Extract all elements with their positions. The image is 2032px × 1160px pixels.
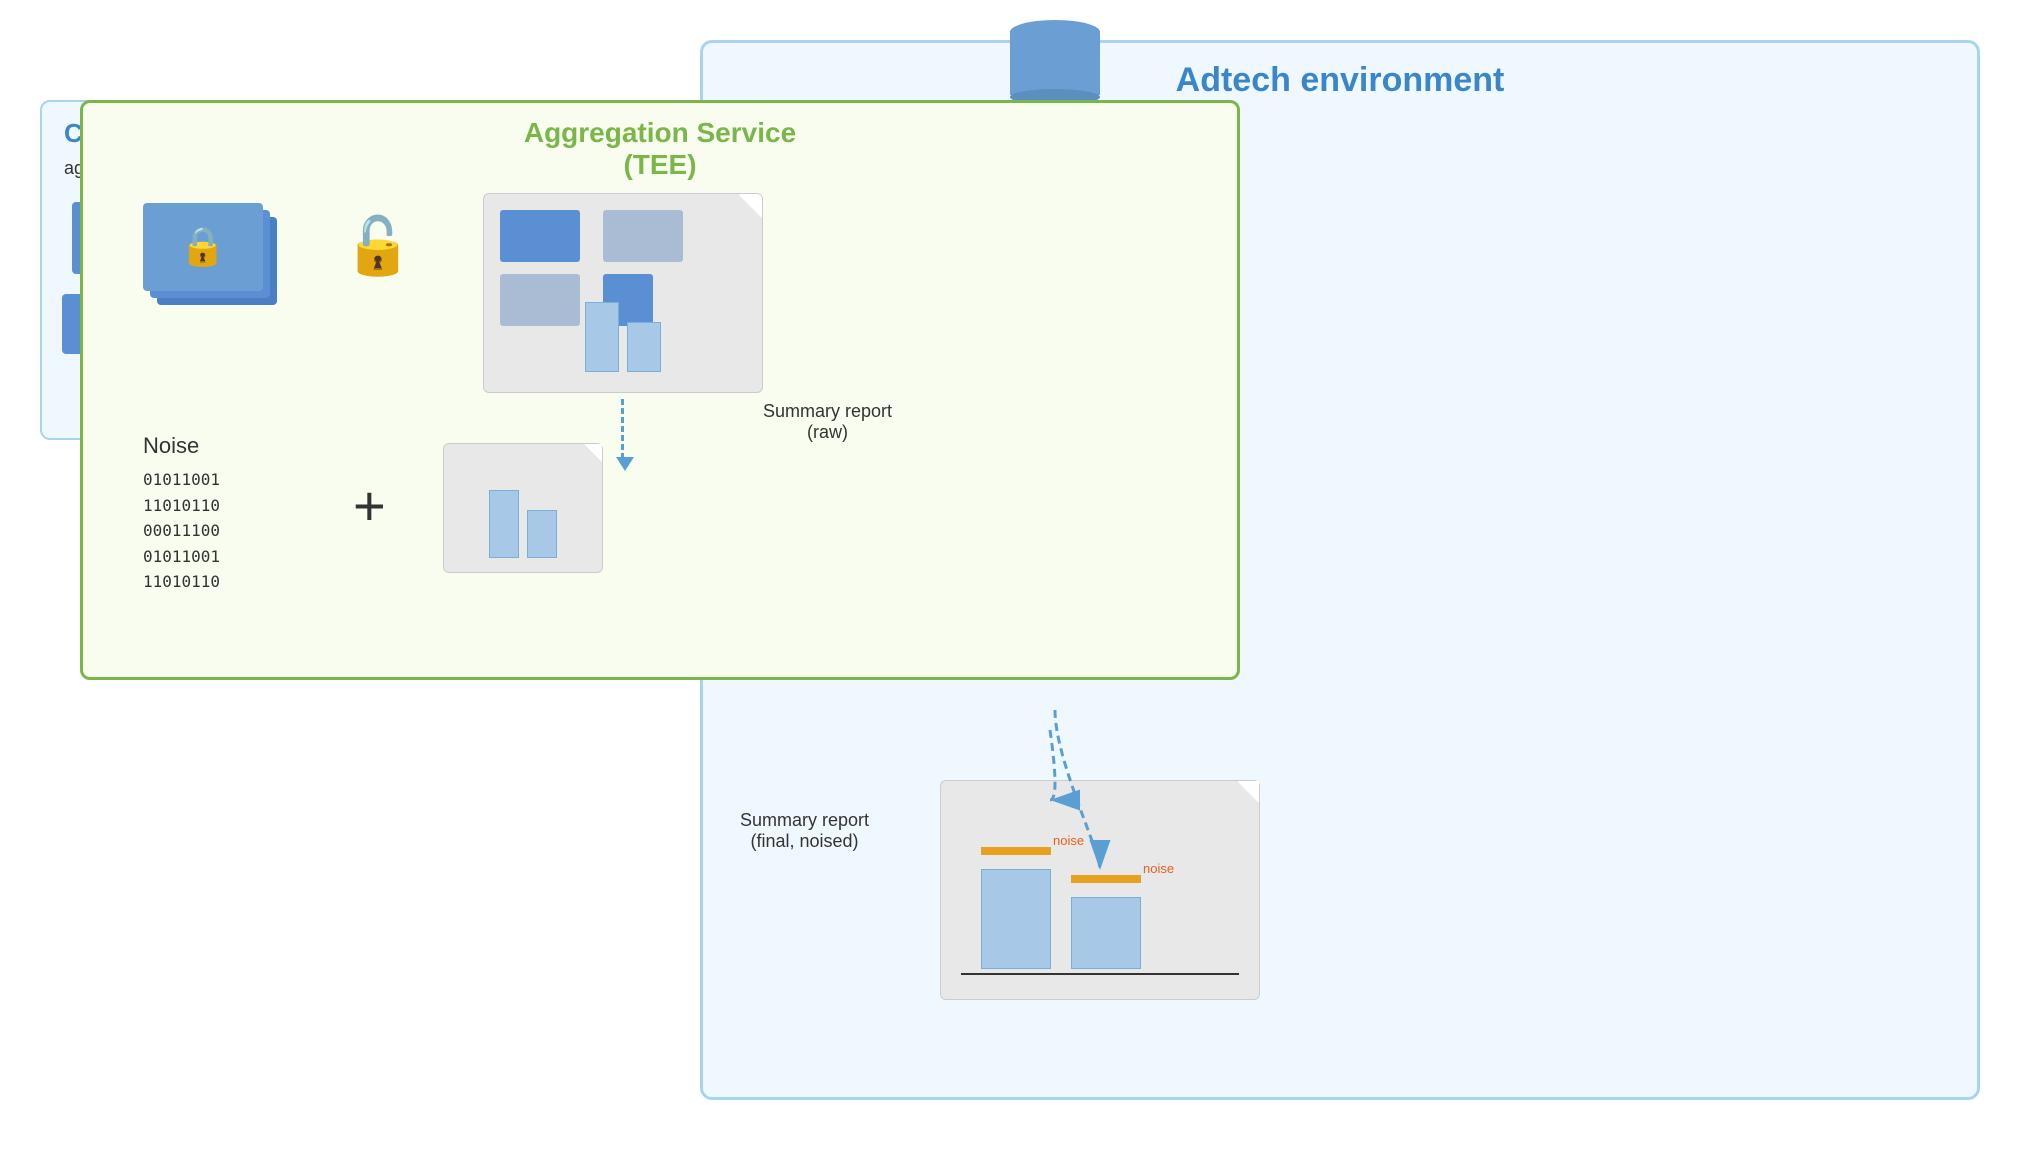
grid-block-2 — [603, 210, 683, 262]
final-bar-2 — [1071, 897, 1141, 969]
summary-final-label2: (final, noised) — [740, 831, 869, 852]
summary-raw-label: Summary report (raw) — [763, 401, 892, 443]
noise-label: Noise — [143, 433, 220, 459]
aggregation-label-line2: (TEE) — [524, 149, 796, 181]
final-bar-2-container: noise — [1071, 897, 1141, 969]
final-card-corner — [1237, 781, 1259, 803]
aggregation-tee-box: Aggregation Service (TEE) 🔒 🔓 — [80, 100, 1240, 680]
unlocked-lock-icon: 🔓 — [343, 213, 413, 279]
raw-bar-chart — [585, 302, 661, 372]
adtech-label: Adtech environment — [1176, 61, 1505, 100]
noise-label-1: noise — [1053, 833, 1084, 848]
final-bar-1 — [981, 869, 1051, 969]
noise-bar-top-1 — [981, 847, 1051, 855]
chart-card-corner — [584, 444, 602, 462]
arrow-raw-down — [621, 399, 624, 459]
card-corner-fold — [738, 194, 762, 218]
arrow-raw-down-head — [616, 457, 634, 471]
summary-final-card: noise noise — [940, 780, 1260, 1000]
db-body — [1010, 40, 1100, 95]
noise-section: Noise 0101100111010110000111000101100111… — [143, 433, 220, 595]
noise-bar-2 — [527, 510, 557, 558]
noise-binary: 0101100111010110000111000101100111010110 — [143, 467, 220, 595]
noise-bar-chart — [489, 490, 557, 558]
tee-stack-front: 🔒 — [143, 203, 263, 291]
summary-raw-label1: Summary report — [763, 401, 892, 422]
raw-bar-1 — [585, 302, 619, 372]
grid-block-1 — [500, 210, 580, 262]
grid-block-3 — [500, 274, 580, 326]
noise-bar-top-2 — [1071, 875, 1141, 883]
noise-bar-1 — [489, 490, 519, 558]
tee-lock-icon: 🔒 — [179, 225, 226, 269]
summary-final-label: Summary report (final, noised) — [740, 810, 869, 852]
final-bar-area: noise noise — [981, 869, 1141, 969]
summary-final-label1: Summary report — [740, 810, 869, 831]
raw-bar-2 — [627, 322, 661, 372]
noise-label-2: noise — [1143, 861, 1174, 876]
final-bar-1-container: noise — [981, 869, 1051, 969]
aggregation-label-line1: Aggregation Service — [524, 117, 796, 149]
db-top — [1010, 20, 1100, 44]
summary-raw-chart-card — [443, 443, 603, 573]
plus-sign: + — [353, 473, 386, 538]
summary-raw-label2: (raw) — [763, 422, 892, 443]
summary-raw-card — [483, 193, 763, 393]
chart-baseline — [961, 973, 1239, 975]
diagram-container: Adtech environment Collection service ag… — [0, 0, 2032, 1160]
aggregation-label-container: Aggregation Service (TEE) — [524, 117, 796, 181]
